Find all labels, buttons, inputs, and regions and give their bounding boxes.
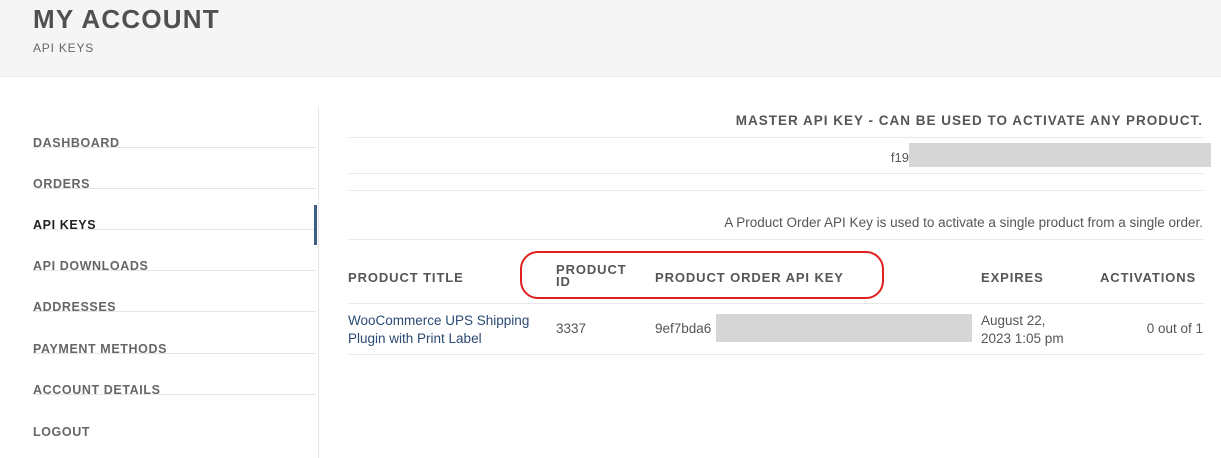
sidebar-item-logout[interactable]: LOGOUT — [33, 396, 316, 439]
sidebar-item-addresses[interactable]: ADDRESSES — [33, 271, 316, 314]
product-order-key-note: A Product Order API Key is used to activ… — [724, 215, 1203, 230]
activations-value: 0 out of 1 — [1146, 321, 1203, 336]
master-api-key-heading: MASTER API KEY - CAN BE USED TO ACTIVATE… — [735, 113, 1203, 128]
sidebar-item-api-keys[interactable]: API KEYS — [33, 189, 316, 232]
expires-line2: 2023 1:05 pm — [981, 331, 1064, 346]
redacted-api-key-block — [716, 314, 972, 342]
table-row-divider — [348, 354, 1203, 355]
sidebar-item-account-details[interactable]: ACCOUNT DETAILS — [33, 354, 316, 397]
sidebar-item-orders[interactable]: ORDERS — [33, 148, 316, 191]
divider — [348, 137, 1203, 138]
divider — [348, 173, 1203, 174]
column-header-product-title: PRODUCT TITLE — [348, 270, 464, 285]
product-order-api-key-value[interactable]: 9ef7bda6 — [655, 320, 711, 338]
product-id-value: 3337 — [556, 321, 587, 336]
active-nav-indicator — [314, 205, 317, 245]
expires-line1: August 22, — [981, 313, 1046, 328]
page-subtitle: API KEYS — [33, 41, 95, 55]
page-header: MY ACCOUNT API KEYS — [0, 0, 1221, 77]
product-title-link[interactable]: WooCommerce UPS Shipping Plugin with Pri… — [348, 312, 548, 348]
expires-value: August 22, 2023 1:05 pm — [981, 312, 1064, 348]
product-title-line2[interactable]: Plugin with Print Label — [348, 330, 548, 348]
column-header-expires: EXPIRES — [981, 270, 1044, 285]
page-title: MY ACCOUNT — [33, 4, 220, 34]
divider — [348, 190, 1203, 191]
sidebar-item-payment-methods[interactable]: PAYMENT METHODS — [33, 313, 316, 356]
table-header-divider — [348, 303, 1203, 304]
product-title-line1[interactable]: WooCommerce UPS Shipping — [348, 312, 548, 330]
account-sidebar: DASHBOARD ORDERS API KEYS API DOWNLOADS … — [0, 107, 319, 458]
highlight-annotation — [520, 251, 884, 299]
sidebar-item-label: LOGOUT — [33, 425, 91, 439]
divider — [348, 239, 1203, 240]
master-api-key-value[interactable]: f19 — [891, 150, 909, 165]
sidebar-item-dashboard[interactable]: DASHBOARD — [33, 107, 316, 150]
sidebar-item-api-downloads[interactable]: API DOWNLOADS — [33, 230, 316, 273]
column-header-activations: ACTIVATIONS — [1100, 270, 1197, 285]
redacted-master-key-block — [909, 143, 1211, 167]
